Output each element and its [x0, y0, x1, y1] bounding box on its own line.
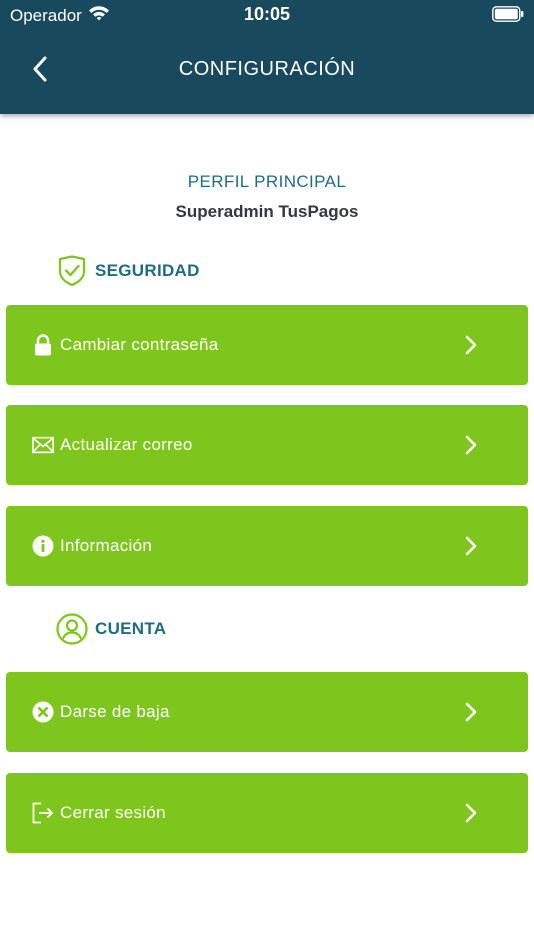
envelope-icon	[32, 434, 54, 456]
change-password-button[interactable]: Cambiar contraseña	[6, 305, 528, 385]
update-email-label: Actualizar correo	[60, 435, 193, 454]
status-bar: Operador 10:05	[0, 0, 534, 30]
user-circle-icon	[56, 613, 88, 645]
shield-check-icon	[56, 255, 88, 287]
chevron-right-icon	[464, 702, 478, 722]
information-label: Información	[60, 536, 153, 555]
logout-label: Cerrar sesión	[60, 803, 166, 822]
section-account: CUENTA	[56, 613, 166, 645]
chevron-right-icon	[464, 335, 478, 355]
chevron-right-icon	[464, 803, 478, 823]
chevron-right-icon	[464, 536, 478, 556]
update-email-button[interactable]: Actualizar correo	[6, 405, 528, 485]
change-password-label: Cambiar contraseña	[60, 335, 219, 354]
app-header: Operador 10:05 CONFIGURACIÓN	[0, 0, 534, 114]
status-time: 10:05	[243, 4, 291, 24]
profile-label: PERFIL PRINCIPAL	[187, 172, 347, 191]
chevron-right-icon	[464, 435, 478, 455]
section-security-label: SEGURIDAD	[95, 261, 200, 280]
close-circle-icon	[32, 701, 54, 723]
section-security: SEGURIDAD	[56, 255, 200, 287]
section-account-label: CUENTA	[95, 619, 167, 638]
logout-button[interactable]: Cerrar sesión	[6, 773, 528, 853]
page-title: CONFIGURACIÓN	[178, 58, 356, 80]
lock-icon	[32, 334, 54, 356]
profile-name: Superadmin TusPagos	[175, 202, 359, 221]
unsubscribe-label: Darse de baja	[60, 702, 170, 721]
info-icon	[32, 535, 54, 557]
unsubscribe-button[interactable]: Darse de baja	[6, 672, 528, 752]
information-button[interactable]: Información	[6, 506, 528, 586]
logout-icon	[32, 802, 54, 824]
battery-icon	[492, 6, 524, 22]
